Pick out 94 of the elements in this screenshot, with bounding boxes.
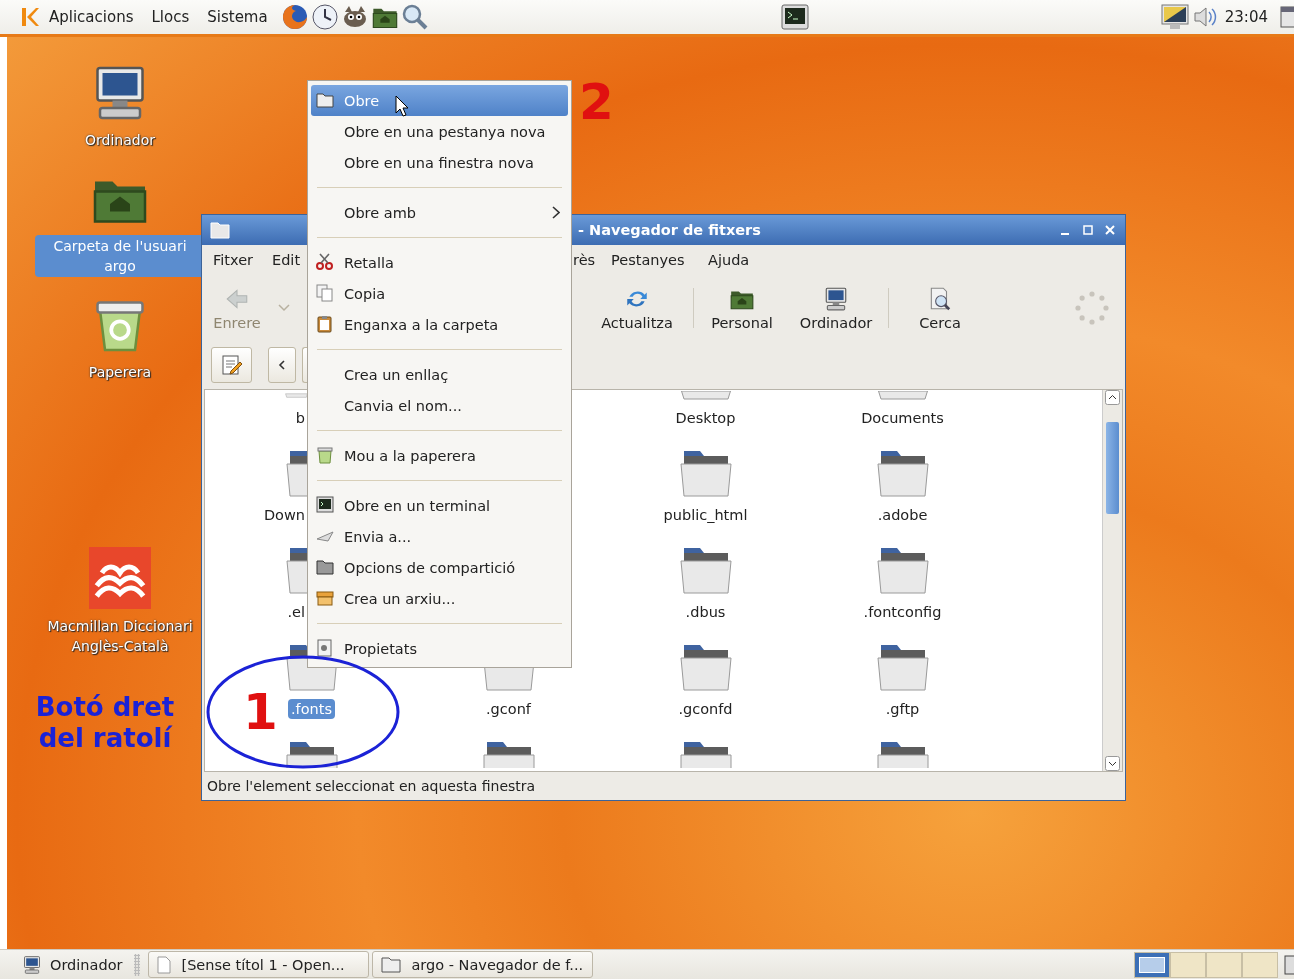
folder-icon[interactable] bbox=[874, 448, 931, 498]
computer-icon bbox=[22, 954, 42, 975]
workspace-switcher-cell[interactable] bbox=[1242, 951, 1278, 978]
step-number: 2 bbox=[579, 77, 614, 127]
toolbar-button[interactable]: Personal bbox=[707, 283, 777, 333]
scroll-up-icon[interactable] bbox=[1105, 390, 1120, 405]
folder-icon[interactable] bbox=[480, 739, 537, 768]
mouse-pointer-icon bbox=[395, 95, 409, 117]
annotation-label: Botó dret del ratolí bbox=[34, 692, 176, 754]
folder-icon[interactable] bbox=[677, 642, 734, 692]
menu-item[interactable]: Enganxa a la carpeta bbox=[311, 309, 568, 340]
scissors-icon bbox=[316, 253, 334, 271]
file-name[interactable]: public_html bbox=[660, 505, 751, 525]
workspace-switcher-cell[interactable] bbox=[1206, 951, 1242, 978]
menu-item[interactable]: Mou a la paperera bbox=[311, 440, 568, 471]
menu-item[interactable]: Opcions de compartició bbox=[311, 552, 568, 583]
menu-item[interactable]: Propietats bbox=[311, 633, 568, 664]
panel-menu[interactable]: Llocs bbox=[142, 8, 199, 26]
monitor-icon[interactable] bbox=[1160, 4, 1189, 30]
notes-icon[interactable] bbox=[1280, 6, 1294, 28]
clipboard-icon bbox=[316, 315, 334, 333]
document-settings-icon bbox=[316, 639, 334, 657]
scroll-down-icon[interactable] bbox=[1105, 756, 1120, 771]
edit-location-button[interactable] bbox=[211, 347, 252, 383]
box-icon bbox=[316, 589, 334, 607]
close-icon[interactable] bbox=[1103, 223, 1117, 237]
file-name[interactable]: .gconfd bbox=[675, 699, 736, 719]
volume-icon[interactable] bbox=[1192, 6, 1219, 28]
workspace-switcher-cell[interactable] bbox=[1134, 951, 1170, 978]
file-name[interactable]: Down bbox=[213, 505, 305, 525]
scrollbar-thumb[interactable] bbox=[1106, 422, 1119, 514]
computer-icon bbox=[823, 285, 849, 312]
menu-item[interactable]: Crea un enllaç bbox=[311, 359, 568, 390]
file-name[interactable]: Desktop bbox=[672, 408, 739, 428]
taskbar-window-button[interactable]: argo - Navegador de f... bbox=[372, 951, 594, 978]
document-icon bbox=[157, 955, 172, 974]
folder-icon[interactable] bbox=[874, 642, 931, 692]
toolbar-button[interactable]: Ordinador bbox=[797, 283, 875, 333]
step-number: 1 bbox=[243, 687, 278, 737]
terminal-icon bbox=[316, 496, 334, 514]
panel-menu[interactable]: Sistema bbox=[198, 8, 277, 26]
folder-icon bbox=[316, 91, 334, 109]
file-name[interactable]: b bbox=[213, 408, 305, 428]
clock-icon[interactable] bbox=[310, 3, 339, 31]
panel-clock[interactable]: 23:04 bbox=[1224, 8, 1268, 26]
path-back-button[interactable] bbox=[268, 347, 296, 383]
folder-icon[interactable] bbox=[677, 448, 734, 498]
file-name[interactable]: .fontconfig bbox=[860, 602, 945, 622]
pencil-note-icon bbox=[219, 353, 244, 377]
folder-icon[interactable] bbox=[874, 545, 931, 595]
folder-icon[interactable] bbox=[677, 545, 734, 595]
toolbar-button[interactable]: Cerca bbox=[915, 283, 965, 333]
menu-item[interactable]: Copia bbox=[311, 278, 568, 309]
workspace-switcher-cell[interactable] bbox=[1170, 951, 1206, 978]
taskbar-window-button[interactable]: [Sense títol 1 - Open... bbox=[148, 951, 370, 978]
globe-icon[interactable] bbox=[280, 3, 309, 31]
menu-bar-item[interactable]: rès bbox=[573, 252, 596, 268]
menu-item[interactable]: Obre amb bbox=[311, 197, 568, 228]
terminal-icon[interactable] bbox=[780, 4, 809, 30]
menu-item[interactable]: Canvia el nom... bbox=[311, 390, 568, 421]
menu-bar-item[interactable]: Ajuda bbox=[708, 252, 750, 268]
panel-menu[interactable]: Aplicacions bbox=[40, 8, 143, 26]
folder-icon bbox=[210, 221, 230, 239]
menu-item[interactable]: Obre en un terminal bbox=[311, 490, 568, 521]
menu-item[interactable]: Crea un arxiu... bbox=[311, 583, 568, 614]
chevron-left-icon bbox=[278, 360, 286, 370]
file-name[interactable]: .el bbox=[213, 602, 305, 622]
folder-icon bbox=[316, 558, 334, 576]
menu-bar-item[interactable]: Fitxer bbox=[213, 252, 254, 268]
folder-icon[interactable] bbox=[677, 739, 734, 768]
menu-item[interactable]: Obre en una pestanya nova bbox=[311, 116, 568, 147]
folder-icon bbox=[381, 956, 402, 973]
file-name[interactable]: Documents bbox=[858, 408, 947, 428]
menu-item[interactable]: Retalla bbox=[311, 247, 568, 278]
copy-icon bbox=[316, 284, 334, 302]
folder-icon[interactable] bbox=[874, 739, 931, 768]
status-bar-text: Obre l'element seleccionat en aquesta finestra bbox=[207, 778, 536, 794]
file-name[interactable]: .gftp bbox=[882, 699, 923, 719]
loading-spinner-icon bbox=[1072, 288, 1112, 328]
maximize-icon[interactable] bbox=[1081, 223, 1095, 237]
menu-item[interactable]: Obre en una finestra nova bbox=[311, 147, 568, 178]
show-desktop-button[interactable]: Ordinador bbox=[18, 954, 127, 975]
desktop-app-icon[interactable] bbox=[89, 547, 151, 609]
chevron-right-icon bbox=[552, 206, 560, 219]
toolbar-button[interactable]: Actualitza bbox=[597, 283, 677, 333]
menu-bar-item[interactable]: Edit bbox=[272, 252, 301, 268]
file-name[interactable]: .gconf bbox=[483, 699, 534, 719]
search-icon[interactable] bbox=[400, 3, 429, 31]
menu-bar-item[interactable]: Pestanyes bbox=[611, 252, 685, 268]
file-name[interactable]: .dbus bbox=[682, 602, 729, 622]
window-title: - Navegador de fitxers bbox=[578, 222, 762, 238]
file-name[interactable]: .adobe bbox=[874, 505, 931, 525]
menu-item[interactable]: Envia a... bbox=[311, 521, 568, 552]
folder-icon[interactable] bbox=[283, 739, 340, 768]
